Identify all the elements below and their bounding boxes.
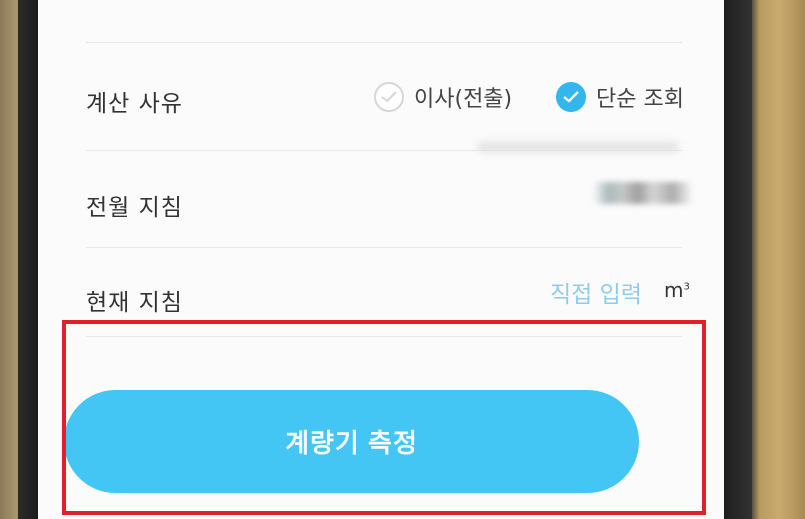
photo-background: 계산 사유 이사(전출) 단순 조회 전월 지침 현재 지침 직접 입력 m3 … <box>0 0 805 519</box>
radio-checked-icon[interactable] <box>556 82 586 112</box>
unit-label: m3 <box>664 278 690 302</box>
phone-bezel-right <box>722 0 752 519</box>
current-reading-label: 현재 지침 <box>86 290 183 316</box>
option-move-out[interactable]: 이사(전출) <box>374 81 512 113</box>
divider <box>86 336 682 337</box>
option-move-out-label: 이사(전출) <box>414 87 513 112</box>
radio-unchecked-icon[interactable] <box>374 82 404 112</box>
current-reading-input[interactable]: 직접 입력 <box>550 275 642 309</box>
option-simple-query-label: 단순 조회 <box>596 87 684 112</box>
previous-reading-label: 전월 지침 <box>86 195 183 221</box>
previous-reading-value-blurred <box>593 182 693 204</box>
divider <box>86 42 682 43</box>
unit-superscript: 3 <box>683 281 690 293</box>
meter-measure-button[interactable]: 계량기 측정 <box>64 390 639 493</box>
blurred-text <box>478 142 678 152</box>
divider <box>86 247 682 248</box>
unit-base: m <box>664 278 684 302</box>
phone-bezel-left <box>18 0 40 519</box>
option-simple-query[interactable]: 단순 조회 <box>556 81 684 113</box>
reason-label: 계산 사유 <box>86 91 183 117</box>
